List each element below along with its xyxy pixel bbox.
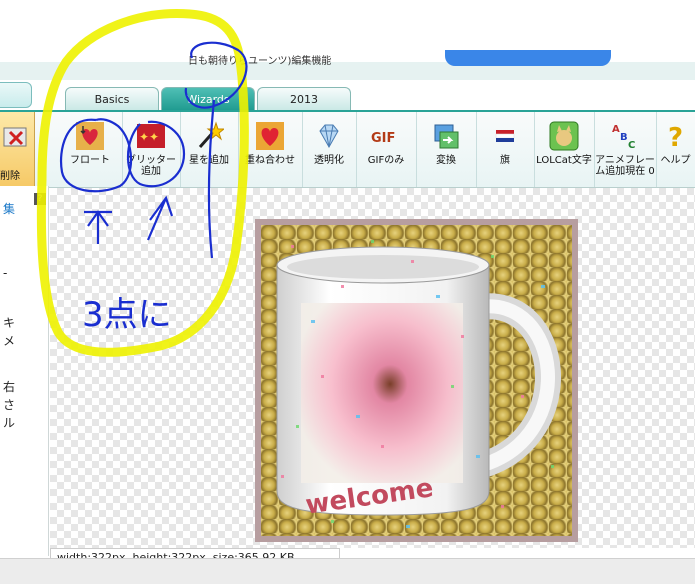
- overlay-button[interactable]: 重ね合わせ: [238, 112, 303, 187]
- glitter-icon: ✦✦: [137, 124, 165, 148]
- add-star-label: 星を追加: [189, 155, 229, 166]
- svg-text:GIF: GIF: [371, 131, 395, 146]
- left-panel: 集 - キ メ 右 さ ル: [0, 186, 49, 556]
- tab-basics[interactable]: Basics: [65, 87, 159, 111]
- header-blue-button[interactable]: [445, 50, 611, 66]
- tab-wizards[interactable]: Wizards: [161, 87, 255, 111]
- convert-label: 変換: [436, 155, 456, 166]
- flag-icon: [495, 130, 515, 142]
- add-frame-label: アニメフレーム追加現在 0: [595, 155, 655, 177]
- svg-text:B: B: [620, 132, 628, 143]
- sidebar-char: 集: [3, 202, 16, 216]
- abc-icon: A B C: [612, 124, 635, 151]
- header-caption: 日も朝待りらユーンツ)編集機能: [188, 56, 332, 66]
- glitter-button[interactable]: ✦✦ グリッター追加: [122, 112, 181, 187]
- overlay-heart-icon: [256, 122, 284, 150]
- sidebar-char: -: [3, 266, 8, 280]
- tab-2013[interactable]: 2013: [257, 87, 351, 111]
- bottom-bar: [0, 558, 695, 584]
- panel-help-icon[interactable]: ?: [34, 193, 46, 205]
- magic-wand-icon: [198, 121, 224, 148]
- diamond-icon: [319, 124, 339, 149]
- wizard-toolbar: 削除 フロート ✦✦ グリッター追加 星を追加 重ね合わせ 透明化 GIF GI…: [0, 110, 695, 188]
- sidebar-char: ル: [3, 416, 16, 430]
- sidebar-char: メ: [3, 334, 16, 348]
- convert-icon: [434, 124, 459, 149]
- transparent-button[interactable]: 透明化: [302, 112, 357, 187]
- gif-only-label: GIFのみ: [367, 155, 405, 166]
- help-label: ヘルプ: [660, 155, 691, 166]
- lolcat-icon: [549, 121, 579, 151]
- sidebar-char: さ: [3, 398, 16, 412]
- help-icon: ?: [668, 123, 683, 151]
- flag-button[interactable]: 旗: [476, 112, 535, 187]
- svg-text:?: ?: [668, 123, 683, 151]
- svg-text:C: C: [628, 140, 635, 151]
- lolcat-button[interactable]: LOLCat文字: [534, 112, 595, 187]
- gif-icon: GIF: [371, 131, 395, 146]
- delete-label: 削除: [0, 171, 20, 182]
- sidebar-char: キ: [3, 316, 16, 330]
- convert-button[interactable]: 変換: [416, 112, 477, 187]
- svg-text:✦✦: ✦✦: [139, 130, 159, 144]
- delete-icon: [3, 127, 27, 147]
- gif-only-button[interactable]: GIF GIFのみ: [356, 112, 417, 187]
- float-label: フロート: [70, 155, 110, 166]
- add-star-button[interactable]: 星を追加: [180, 112, 239, 187]
- svg-text:A: A: [612, 124, 620, 135]
- add-frame-button[interactable]: A B C アニメフレーム追加現在 0: [594, 112, 657, 187]
- lolcat-label: LOLCat文字: [536, 155, 592, 166]
- transparent-label: 透明化: [314, 155, 344, 166]
- mug-image: welcome: [276, 240, 561, 528]
- delete-button[interactable]: 削除: [0, 112, 35, 187]
- left-tab-button[interactable]: [0, 82, 32, 108]
- help-button[interactable]: ? ヘルプ: [656, 112, 695, 187]
- glitter-label: グリッター追加: [126, 155, 176, 177]
- float-hearts-icon: [76, 122, 104, 150]
- flag-label: 旗: [500, 155, 510, 166]
- float-button[interactable]: フロート: [58, 112, 123, 187]
- overlay-label: 重ね合わせ: [245, 155, 295, 166]
- sidebar-char: 右: [3, 380, 16, 394]
